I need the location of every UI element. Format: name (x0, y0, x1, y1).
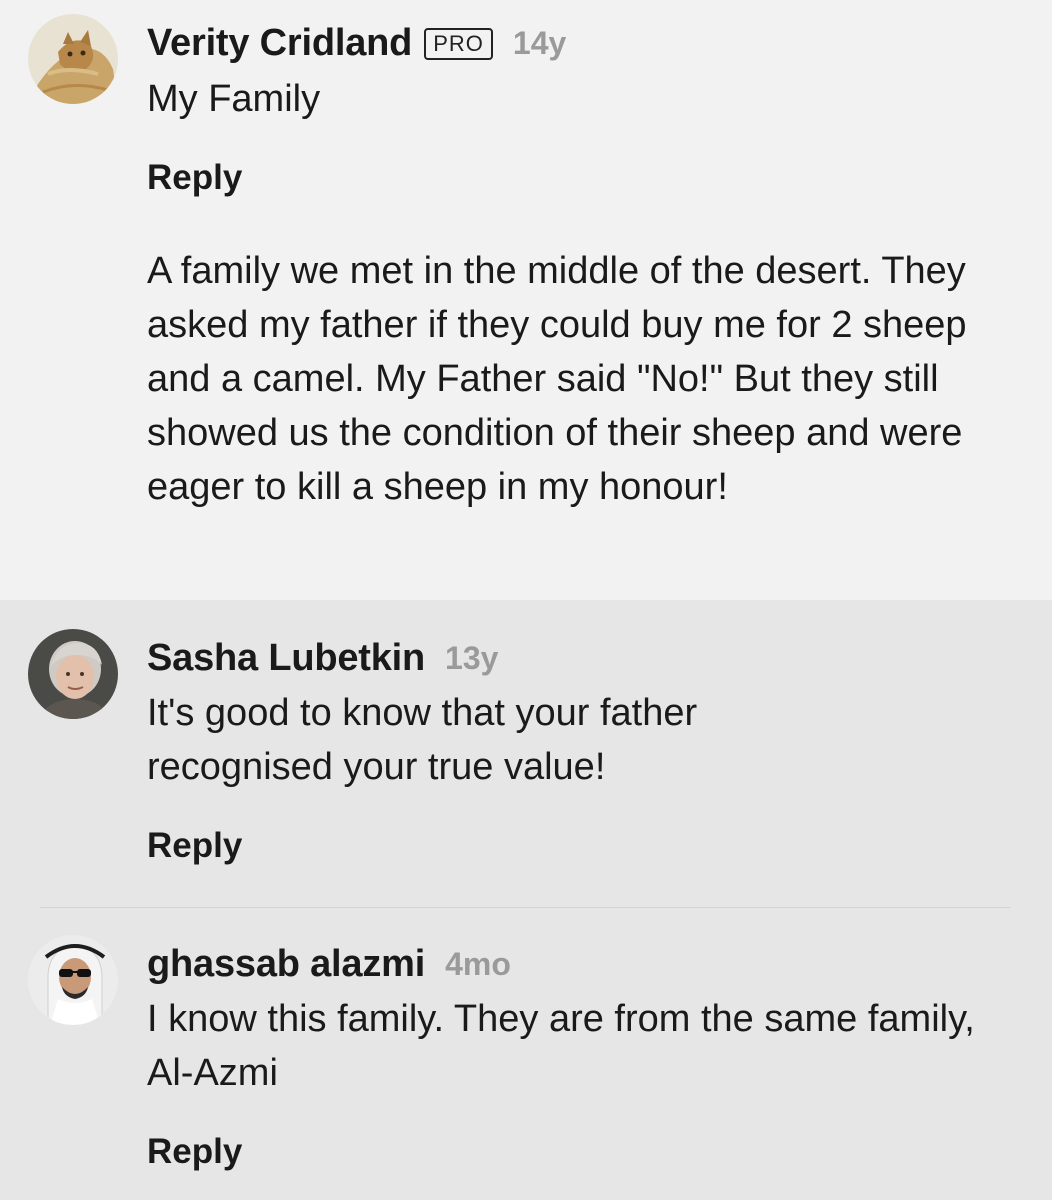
comment-divider (40, 907, 1010, 908)
comment-1-timestamp: 13y (445, 640, 499, 676)
pro-badge: PRO (424, 27, 493, 60)
post-author-name[interactable]: Verity Cridland (147, 22, 412, 65)
comment-2-text: I know this family. They are from the sa… (147, 998, 975, 1094)
comment-2-header: ghassab alazmi 4mo (147, 943, 511, 986)
post-description: A family we met in the middle of the des… (147, 250, 967, 508)
comment-2-timestamp: 4mo (445, 946, 511, 982)
cat-avatar-icon[interactable] (28, 14, 118, 104)
comment-1-header: Sasha Lubetkin 13y (147, 637, 498, 680)
post-reply-button[interactable]: Reply (147, 158, 242, 198)
woman-avatar-icon[interactable] (28, 629, 118, 719)
comment-2-author-name[interactable]: ghassab alazmi (147, 943, 425, 986)
man-sunglasses-avatar-icon[interactable] (28, 935, 118, 1025)
comment-1-author-name[interactable]: Sasha Lubetkin (147, 637, 425, 680)
comment-2-reply-button[interactable]: Reply (147, 1132, 242, 1172)
comment-1-text: It's good to know that your father recog… (147, 692, 698, 788)
post-header: Verity Cridland PRO 14y (147, 22, 566, 65)
post-section: Verity Cridland PRO 14y My Family Reply … (0, 0, 1052, 600)
post-timestamp: 14y (512, 25, 567, 61)
post-title: My Family (147, 78, 321, 120)
comment-1-reply-button[interactable]: Reply (147, 826, 242, 866)
